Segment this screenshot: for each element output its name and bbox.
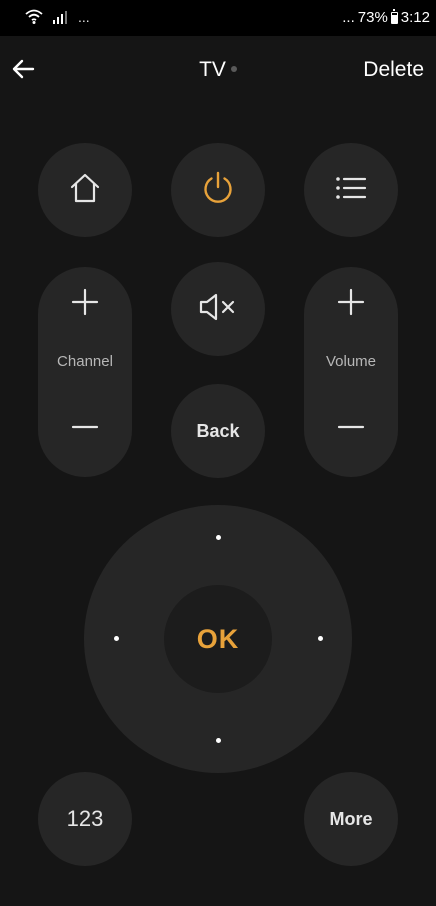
dpad-left-dot — [113, 635, 119, 641]
volume-down-button[interactable] — [304, 401, 398, 451]
volume-control: Volume — [304, 267, 398, 477]
more-button[interactable]: More — [304, 772, 398, 866]
dpad-right-button[interactable] — [295, 613, 345, 663]
back-button[interactable]: Back — [171, 384, 265, 478]
numbers-button[interactable]: 123 — [38, 772, 132, 866]
header: TV Delete — [0, 36, 436, 104]
numbers-button-label: 123 — [66, 806, 104, 831]
home-icon — [68, 172, 102, 209]
status-bar: ... ... 73% 3:12 — [0, 0, 436, 36]
plus-icon — [337, 288, 365, 321]
dpad-up-button[interactable] — [193, 512, 243, 562]
status-bar-right: ... 73% 3:12 — [342, 8, 430, 26]
channel-label: Channel — [57, 353, 113, 370]
volume-label: Volume — [325, 353, 377, 370]
dpad-up-dot — [215, 534, 221, 540]
battery-percent: 73% — [357, 9, 388, 26]
plus-icon — [71, 288, 99, 321]
channel-down-button[interactable] — [38, 401, 132, 451]
status-dots: ... — [342, 9, 355, 26]
status-bar-left: ... — [24, 8, 90, 31]
clock: 3:12 — [400, 9, 430, 26]
channel-control: Channel — [38, 267, 132, 477]
signal-icon — [52, 9, 70, 30]
menu-list-icon — [334, 175, 368, 206]
status-left-dots: ... — [78, 8, 90, 25]
channel-up-button[interactable] — [38, 279, 132, 329]
home-button[interactable] — [38, 143, 132, 237]
dpad-left-button[interactable] — [91, 613, 141, 663]
minus-icon — [337, 417, 365, 435]
volume-up-button[interactable] — [304, 279, 398, 329]
back-button-label: Back — [196, 420, 240, 441]
dpad-down-dot — [215, 737, 221, 743]
menu-button[interactable] — [304, 143, 398, 237]
mute-button[interactable] — [171, 262, 265, 356]
connection-status-dot — [230, 66, 237, 72]
page-title: TV — [199, 58, 226, 81]
wifi-icon — [24, 8, 44, 31]
dpad-right-dot — [317, 635, 323, 641]
mute-icon — [198, 292, 238, 327]
power-button[interactable] — [171, 143, 265, 237]
delete-button[interactable]: Delete — [363, 58, 424, 82]
dpad-down-button[interactable] — [193, 715, 243, 765]
power-icon — [200, 170, 236, 211]
minus-icon — [71, 417, 99, 435]
ok-button[interactable]: OK — [164, 585, 272, 693]
more-button-label: More — [329, 808, 373, 829]
direction-pad: OK — [84, 505, 352, 773]
battery-icon — [390, 8, 398, 24]
